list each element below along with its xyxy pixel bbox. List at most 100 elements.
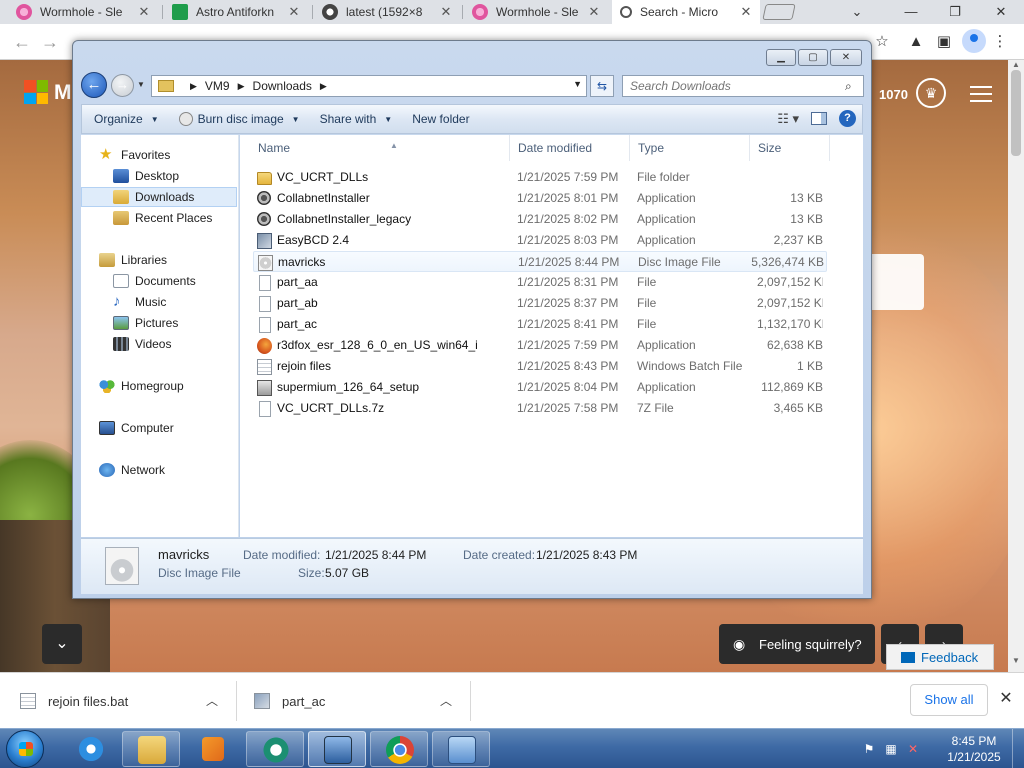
file-row[interactable]: CollabnetInstaller 1/21/2025 8:01 PM App… — [240, 188, 863, 209]
nav-downloads[interactable]: Downloads — [81, 187, 237, 207]
nav-libraries[interactable]: Libraries — [81, 250, 237, 270]
feeling-squirrely-button[interactable]: ◉ Feeling squirrely? — [719, 624, 875, 664]
browser-tab-wormhole-2[interactable]: Wormhole - Sle ✕ — [466, 0, 608, 24]
chevron-right-icon[interactable]: ▶ — [238, 81, 245, 92]
hamburger-menu-icon[interactable] — [970, 86, 992, 102]
column-header-date[interactable]: Date modified — [510, 135, 630, 161]
file-row[interactable]: rejoin files 1/21/2025 8:43 PM Windows B… — [240, 356, 863, 377]
file-row-hovered[interactable]: mavricks 1/21/2025 8:44 PM Disc Image Fi… — [253, 251, 827, 272]
scrollbar-thumb[interactable] — [1011, 70, 1021, 156]
close-tab-icon[interactable]: ✕ — [438, 4, 454, 20]
nav-homegroup[interactable]: Homegroup — [81, 376, 237, 396]
file-row[interactable]: EasyBCD 2.4 1/21/2025 8:03 PM Applicatio… — [240, 230, 863, 251]
action-center-flag-icon[interactable]: ⚑ — [862, 742, 876, 756]
nav-computer[interactable]: Computer — [81, 418, 237, 438]
download-item-rejoin-files[interactable]: rejoin files.bat — [20, 673, 128, 729]
kebab-menu-icon[interactable]: ⋮ — [990, 32, 1010, 52]
close-tab-icon[interactable]: ✕ — [136, 4, 152, 20]
taskbar-media-player[interactable] — [184, 731, 242, 767]
search-icon[interactable]: ⌕ — [845, 79, 852, 94]
nav-music[interactable]: ♪ Music — [81, 292, 237, 312]
nav-desktop[interactable]: Desktop — [81, 166, 237, 186]
taskbar-internet-explorer[interactable] — [62, 731, 120, 767]
close-icon[interactable]: ✕ — [830, 49, 862, 66]
side-panel-icon[interactable]: ▣ — [934, 32, 954, 52]
taskbar-app-green[interactable] — [246, 731, 304, 767]
forward-arrow-icon[interactable]: → — [111, 74, 134, 97]
close-window-icon[interactable]: ✕ — [986, 2, 1016, 22]
network-icon[interactable]: ▦ — [884, 742, 898, 756]
help-icon[interactable]: ? — [839, 110, 856, 127]
column-header-name[interactable]: Name ▲ — [250, 135, 510, 161]
chevron-right-icon[interactable]: ▶ — [320, 81, 327, 92]
bookmark-star-icon[interactable]: ☆ — [872, 32, 892, 52]
column-header-type[interactable]: Type — [630, 135, 750, 161]
preview-pane-icon[interactable] — [811, 112, 827, 125]
change-view-icon[interactable]: ☷ ▾ — [777, 111, 799, 127]
back-arrow-icon[interactable]: ← — [10, 30, 34, 54]
show-all-downloads-button[interactable]: Show all — [910, 684, 988, 716]
chevron-right-icon[interactable]: ▶ — [190, 81, 197, 92]
file-row[interactable]: part_ab 1/21/2025 8:37 PM File 2,097,152… — [240, 293, 863, 314]
close-downloads-bar-icon[interactable]: ✕ — [996, 688, 1016, 712]
scroll-down-icon[interactable]: ▼ — [1008, 656, 1024, 668]
recent-pages-chevron-icon[interactable]: ▼ — [137, 80, 145, 89]
file-row[interactable]: VC_UCRT_DLLs 1/21/2025 7:59 PM File fold… — [240, 167, 863, 188]
show-desktop-button[interactable] — [1012, 729, 1024, 768]
burn-disc-image-button[interactable]: Burn disc image ▼ — [169, 112, 310, 126]
taskbar-chrome[interactable] — [370, 731, 428, 767]
system-clock[interactable]: 8:45 PM 1/21/2025 — [940, 733, 1008, 765]
refresh-icon[interactable]: ⇆ — [590, 75, 614, 97]
close-tab-icon[interactable]: ✕ — [586, 4, 602, 20]
chevron-up-icon[interactable]: ︿ — [440, 692, 452, 709]
flask-icon[interactable]: ▲ — [906, 32, 926, 52]
file-row[interactable]: r3dfox_esr_128_6_0_en_US_win64_i 1/21/20… — [240, 335, 863, 356]
volume-muted-icon[interactable]: ✕ — [906, 742, 920, 756]
search-input[interactable] — [622, 75, 864, 97]
share-with-button[interactable]: Share with ▼ — [310, 112, 403, 126]
file-row[interactable]: part_aa 1/21/2025 8:31 PM File 2,097,152… — [240, 272, 863, 293]
feedback-button[interactable]: Feedback — [886, 644, 994, 670]
microsoft-logo-icon[interactable] — [24, 80, 48, 104]
close-tab-icon[interactable]: ✕ — [738, 4, 754, 20]
trophy-icon[interactable]: ♛ — [916, 78, 946, 108]
nav-recent-places[interactable]: Recent Places — [81, 208, 237, 228]
breadcrumb-downloads[interactable]: Downloads — [253, 79, 312, 93]
back-arrow-icon[interactable]: ← — [81, 72, 107, 98]
close-tab-icon[interactable]: ✕ — [286, 4, 302, 20]
scroll-down-button[interactable]: ⌄ — [42, 624, 82, 664]
minimize-icon[interactable]: ▁ — [766, 49, 796, 66]
taskbar-control-panel[interactable] — [432, 731, 490, 767]
download-item-part-ac[interactable]: part_ac — [254, 673, 325, 729]
address-history-dropdown-icon[interactable]: ▼ — [573, 79, 582, 89]
minimize-icon[interactable]: — — [896, 2, 926, 22]
chevron-up-icon[interactable]: ︿ — [206, 692, 218, 709]
nav-pictures[interactable]: Pictures — [81, 313, 237, 333]
file-row[interactable]: supermium_126_64_setup 1/21/2025 8:04 PM… — [240, 377, 863, 398]
nav-favorites[interactable]: ★ Favorites — [81, 145, 237, 165]
nav-network[interactable]: Network — [81, 460, 237, 480]
address-bar[interactable]: ▶ VM9 ▶ Downloads ▶ ▼ — [151, 75, 587, 97]
file-row[interactable]: part_ac 1/21/2025 8:41 PM File 1,132,170… — [240, 314, 863, 335]
new-tab-button[interactable] — [762, 4, 796, 20]
rewards-points[interactable]: 1070 — [879, 87, 908, 102]
breadcrumb-vm9[interactable]: VM9 — [205, 79, 230, 93]
tab-search-icon[interactable]: ⌄ — [842, 2, 872, 22]
taskbar-remote-desktop[interactable] — [308, 731, 366, 767]
column-header-size[interactable]: Size — [750, 135, 830, 161]
maximize-icon[interactable]: ▢ — [798, 49, 828, 66]
restore-icon[interactable]: ❐ — [940, 2, 970, 22]
browser-tab-wormhole-1[interactable]: Wormhole - Sle ✕ — [10, 0, 158, 24]
new-folder-button[interactable]: New folder — [402, 112, 479, 126]
forward-arrow-icon[interactable]: → — [38, 30, 62, 54]
organize-button[interactable]: Organize ▼ — [82, 112, 169, 126]
nav-videos[interactable]: Videos — [81, 334, 237, 354]
browser-tab-search[interactable]: Search - Micro ✕ — [612, 0, 760, 24]
nav-documents[interactable]: Documents — [81, 271, 237, 291]
file-row[interactable]: VC_UCRT_DLLs.7z 1/21/2025 7:58 PM 7Z Fil… — [240, 398, 863, 419]
taskbar-file-explorer[interactable] — [122, 731, 180, 767]
browser-tab-astro[interactable]: Astro Antiforkn ✕ — [166, 0, 308, 24]
browser-tab-latest[interactable]: latest (1592×8 ✕ — [316, 0, 460, 24]
file-row[interactable]: CollabnetInstaller_legacy 1/21/2025 8:02… — [240, 209, 863, 230]
profile-avatar[interactable] — [962, 29, 986, 53]
